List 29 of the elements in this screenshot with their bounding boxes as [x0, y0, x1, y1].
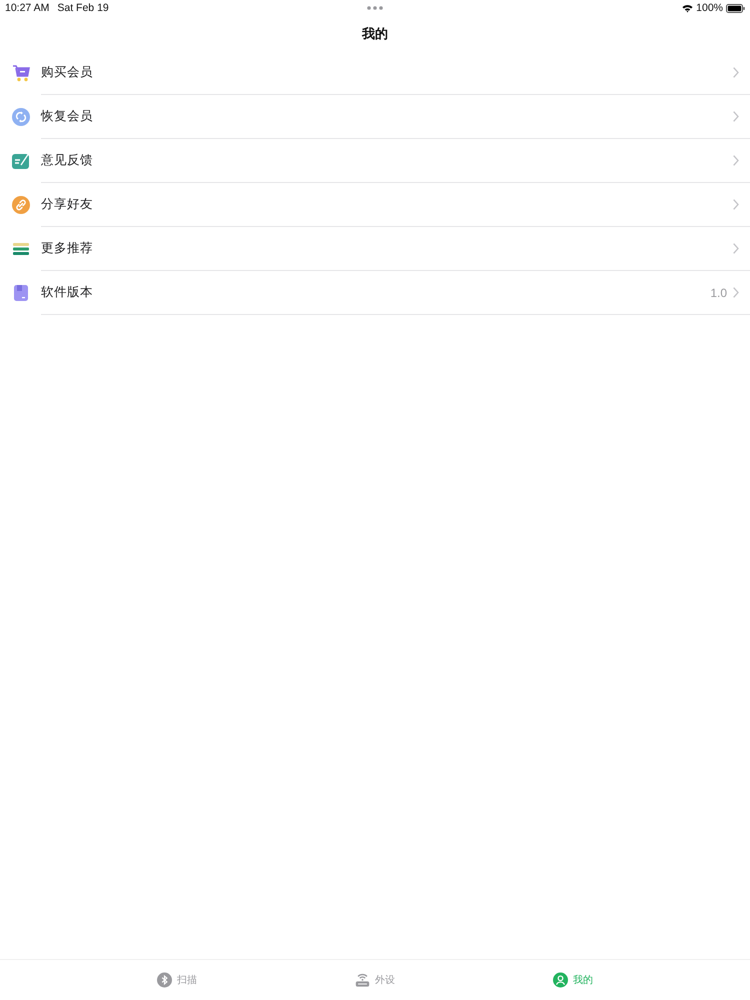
- menu-item-label[interactable]: 意见反馈: [41, 152, 93, 169]
- status-time: 10:27 AM: [5, 2, 50, 14]
- menu-item-label[interactable]: 恢复会员: [41, 108, 93, 125]
- cart-icon: [12, 64, 30, 82]
- router-icon: [355, 972, 370, 988]
- feedback-icon: [12, 152, 30, 170]
- menu-item-label[interactable]: 购买会员: [41, 64, 93, 81]
- chevron-right-icon: [733, 111, 739, 122]
- battery-icon: [726, 4, 745, 12]
- menu-item-label[interactable]: 软件版本: [41, 284, 93, 301]
- page-title: 我的: [362, 26, 388, 42]
- link-icon: [12, 196, 30, 214]
- battery-percent: 100%: [696, 2, 723, 14]
- chevron-right-icon: [733, 287, 739, 298]
- chevron-right-icon: [733, 67, 739, 78]
- wifi-icon: [682, 4, 694, 12]
- refresh-icon: [12, 108, 30, 126]
- menu-item-label[interactable]: 分享好友: [41, 196, 93, 213]
- chevron-right-icon: [733, 199, 739, 210]
- menu-item-label[interactable]: 更多推荐: [41, 240, 93, 257]
- multitasking-dots-icon[interactable]: [367, 6, 383, 10]
- stacked-bars-icon: [12, 240, 30, 258]
- package-icon: [12, 284, 30, 302]
- version-value: 1.0: [710, 286, 727, 300]
- status-date: Sat Feb 19: [57, 2, 109, 14]
- chevron-right-icon: [733, 243, 739, 254]
- chevron-right-icon: [733, 155, 739, 166]
- person-icon: [553, 972, 568, 988]
- bluetooth-icon: [157, 972, 172, 988]
